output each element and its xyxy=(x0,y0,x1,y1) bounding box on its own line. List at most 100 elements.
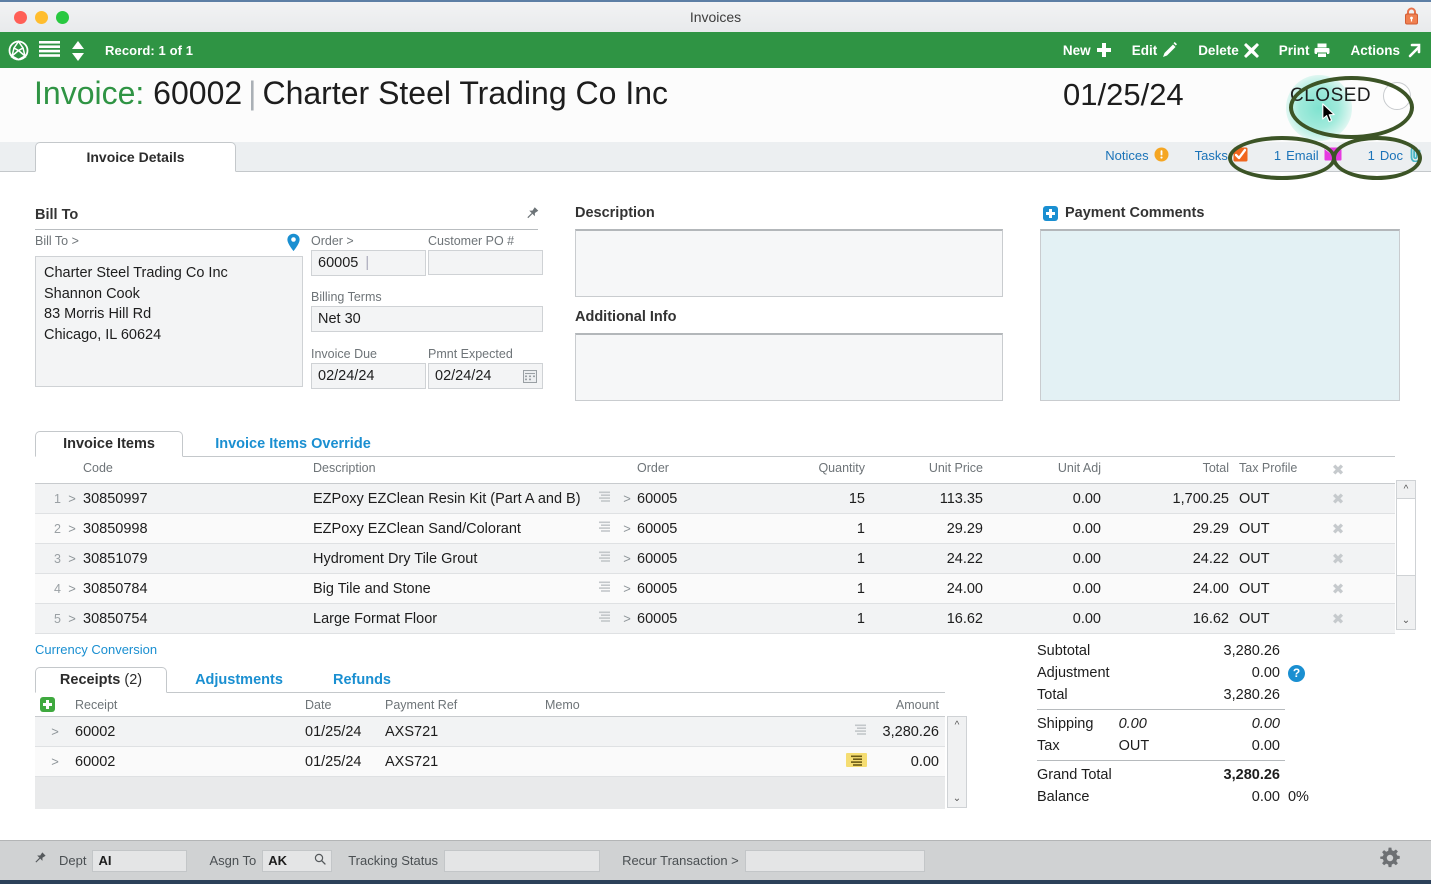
pushpin-icon[interactable] xyxy=(518,203,543,228)
payment-comments-input[interactable] xyxy=(1040,229,1400,401)
list-item[interactable]: > 60002 01/25/24 AXS721 3,280.26 xyxy=(35,717,945,747)
order-link-icon[interactable]: > xyxy=(617,581,637,596)
row-expand-icon[interactable]: > xyxy=(61,491,83,506)
map-pin-icon[interactable] xyxy=(286,233,301,257)
calendar-icon[interactable] xyxy=(523,370,537,387)
recur-transaction-label: Recur Transaction > xyxy=(622,853,739,868)
scrollbar-thumb[interactable] xyxy=(948,734,966,789)
memo-icon-highlighted[interactable] xyxy=(846,752,867,767)
arrow-up-right-icon xyxy=(1405,42,1421,58)
asgn-to-input[interactable]: AK xyxy=(262,849,333,872)
table-row[interactable]: 3 > 30851079 Hydroment Dry Tile Grout > … xyxy=(35,544,1395,574)
print-button[interactable]: Print xyxy=(1279,43,1331,58)
recur-transaction-input[interactable] xyxy=(744,849,925,872)
clear-all-icon[interactable]: ✖ xyxy=(1332,462,1345,479)
subtotal-label: Subtotal xyxy=(1037,643,1091,659)
status-toggle-knob[interactable] xyxy=(1383,82,1412,110)
order-link-icon[interactable]: > xyxy=(617,611,637,626)
cell-quantity: 1 xyxy=(856,580,865,597)
scroll-up-icon[interactable]: ^ xyxy=(1397,481,1415,498)
row-expand-icon[interactable]: > xyxy=(61,521,83,536)
additional-info-input[interactable] xyxy=(575,333,1003,401)
scroll-down-icon[interactable]: ⌄ xyxy=(1397,612,1415,629)
list-icon[interactable] xyxy=(39,40,60,61)
gear-icon[interactable] xyxy=(1379,847,1401,874)
row-expand-icon[interactable]: > xyxy=(61,581,83,596)
customer-po-input[interactable] xyxy=(428,250,543,275)
magnifier-icon[interactable] xyxy=(314,853,326,868)
memo-icon[interactable] xyxy=(598,550,611,567)
edit-button[interactable]: Edit xyxy=(1132,42,1179,58)
row-expand-icon[interactable]: > xyxy=(61,611,83,626)
help-circle-icon[interactable]: ? xyxy=(1287,664,1305,682)
tab-invoice-items[interactable]: Invoice Items xyxy=(35,431,183,457)
order-input[interactable]: 60005 | xyxy=(311,250,426,276)
memo-icon[interactable] xyxy=(598,520,611,537)
billto-address[interactable]: Charter Steel Trading Co Inc Shannon Coo… xyxy=(35,256,303,387)
tasks-link[interactable]: Tasks xyxy=(1195,147,1248,165)
cell-tax-profile: OUT xyxy=(1239,550,1270,567)
tab-adjustments[interactable]: Adjustments xyxy=(171,667,307,693)
delete-row-icon[interactable]: ✖ xyxy=(1332,611,1345,628)
tab-receipts[interactable]: Receipts (2) xyxy=(35,667,167,693)
lock-icon[interactable] xyxy=(1404,7,1419,25)
delete-row-icon[interactable]: ✖ xyxy=(1332,521,1345,538)
table-row[interactable]: 4 > 30850784 Big Tile and Stone > 60005 … xyxy=(35,574,1395,604)
add-receipt-icon[interactable] xyxy=(40,697,55,712)
status-toggle[interactable]: CLOSED xyxy=(1290,82,1412,110)
scrollbar-thumb[interactable] xyxy=(1397,498,1415,576)
tab-invoice-details[interactable]: Invoice Details xyxy=(35,142,236,172)
tab-refunds[interactable]: Refunds xyxy=(311,667,413,693)
email-link[interactable]: 1 Email xyxy=(1274,147,1342,164)
table-row[interactable]: 1 > 30850997 EZPoxy EZClean Resin Kit (P… xyxy=(35,484,1395,514)
billing-terms-input[interactable]: Net 30 xyxy=(311,306,543,332)
doc-link[interactable]: 1 Doc xyxy=(1368,146,1423,165)
tab-invoice-items-override[interactable]: Invoice Items Override xyxy=(187,431,399,457)
plus-square-icon[interactable] xyxy=(1043,205,1058,221)
memo-icon[interactable] xyxy=(598,490,611,507)
cell-description: Large Format Floor xyxy=(313,610,438,627)
customer-po-field-group: Customer PO # xyxy=(428,234,543,275)
delete-row-icon[interactable]: ✖ xyxy=(1332,581,1345,598)
cell-total: 24.22 xyxy=(1192,550,1229,567)
memo-icon[interactable] xyxy=(854,723,867,740)
delete-row-icon[interactable]: ✖ xyxy=(1332,551,1345,568)
pmnt-expected-value: 02/24/24 xyxy=(435,368,492,384)
receipts-vertical-scrollbar[interactable]: ^ ⌄ xyxy=(947,716,967,808)
items-vertical-scrollbar[interactable]: ^ ⌄ xyxy=(1396,480,1416,630)
order-link-icon[interactable]: > xyxy=(617,551,637,566)
tracking-status-input[interactable] xyxy=(444,849,601,872)
globe-icon[interactable] xyxy=(8,39,29,61)
memo-icon[interactable] xyxy=(598,580,611,597)
memo-icon[interactable] xyxy=(598,610,611,627)
scroll-down-icon[interactable]: ⌄ xyxy=(948,790,966,807)
delete-row-icon[interactable]: ✖ xyxy=(1332,491,1345,508)
detail-tabstrip: Invoice Details Notices Tasks 1 Email 1 … xyxy=(0,142,1431,172)
dept-input[interactable]: AI xyxy=(92,849,188,872)
table-row[interactable]: 5 > 30850754 Large Format Floor > 60005 … xyxy=(35,604,1395,634)
billing-terms-field-group: Billing Terms Net 30 xyxy=(311,290,543,332)
cell-receipt: 60002 xyxy=(75,753,116,770)
pmnt-expected-input[interactable]: 02/24/24 xyxy=(428,363,543,389)
delete-button[interactable]: Delete xyxy=(1198,42,1259,58)
invoice-due-input[interactable]: 02/24/24 xyxy=(311,363,426,389)
grand-total-label: Grand Total xyxy=(1037,767,1112,783)
new-button[interactable]: New xyxy=(1063,42,1112,58)
currency-conversion-link[interactable]: Currency Conversion xyxy=(35,642,157,657)
order-link-icon[interactable]: > xyxy=(617,521,637,536)
scroll-up-icon[interactable]: ^ xyxy=(948,717,966,734)
page-title: Invoice: 60002 | Charter Steel Trading Co … xyxy=(34,75,668,112)
table-row[interactable]: 2 > 30850998 EZPoxy EZClean Sand/Coloran… xyxy=(35,514,1395,544)
receipt-expand-icon[interactable]: > xyxy=(35,724,75,739)
notices-link[interactable]: Notices xyxy=(1105,147,1169,165)
receipt-expand-icon[interactable]: > xyxy=(35,754,75,769)
pushpin-icon[interactable] xyxy=(0,851,47,870)
list-item[interactable]: > 60002 01/25/24 AXS721 0.00 xyxy=(35,747,945,777)
record-header: Invoice: 60002 | Charter Steel Trading Co … xyxy=(0,68,1431,142)
description-input[interactable] xyxy=(575,229,1003,297)
row-expand-icon[interactable]: > xyxy=(61,551,83,566)
order-link-icon[interactable]: > xyxy=(617,491,637,506)
actions-button[interactable]: Actions xyxy=(1350,42,1421,58)
email-count: 1 xyxy=(1273,148,1282,163)
up-down-arrows-icon[interactable] xyxy=(70,40,91,61)
